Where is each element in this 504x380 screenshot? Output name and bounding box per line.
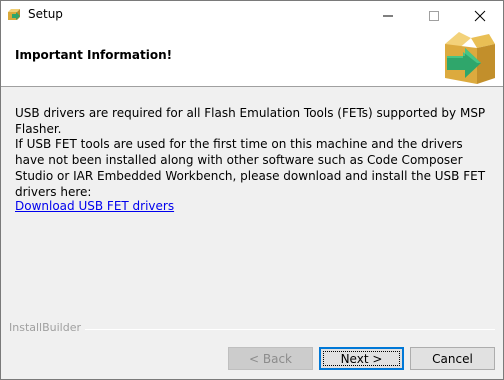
download-usb-fet-drivers-link[interactable]: Download USB FET drivers xyxy=(15,199,174,213)
maximize-button[interactable] xyxy=(411,1,457,30)
wizard-content: USB drivers are required for all Flash E… xyxy=(1,88,503,320)
installer-box-arrow-icon xyxy=(437,30,497,86)
next-button[interactable]: Next > xyxy=(319,347,404,370)
minimize-icon xyxy=(383,15,393,17)
title-bar[interactable]: Setup xyxy=(1,1,503,30)
wizard-header: Important Information! xyxy=(1,30,503,87)
installbuilder-brand: InstallBuilder xyxy=(9,321,82,334)
usb-drivers-notice: USB drivers are required for all Flash E… xyxy=(15,106,486,136)
close-icon xyxy=(474,10,486,22)
setup-app-icon xyxy=(7,8,21,22)
footer-divider xyxy=(85,329,495,330)
setup-window: Setup Important Information! USB drivers… xyxy=(0,0,504,380)
next-button-label: Next > xyxy=(340,351,383,366)
close-button[interactable] xyxy=(457,1,503,30)
page-title: Important Information! xyxy=(15,48,173,62)
cancel-button[interactable]: Cancel xyxy=(410,347,495,370)
cancel-button-label: Cancel xyxy=(432,351,473,366)
maximize-icon xyxy=(429,11,439,21)
back-button-label: < Back xyxy=(248,351,292,366)
window-title: Setup xyxy=(28,7,63,21)
usb-fet-instructions: If USB FET tools are used for the first … xyxy=(15,137,486,199)
minimize-button[interactable] xyxy=(365,1,411,30)
back-button[interactable]: < Back xyxy=(228,347,313,370)
